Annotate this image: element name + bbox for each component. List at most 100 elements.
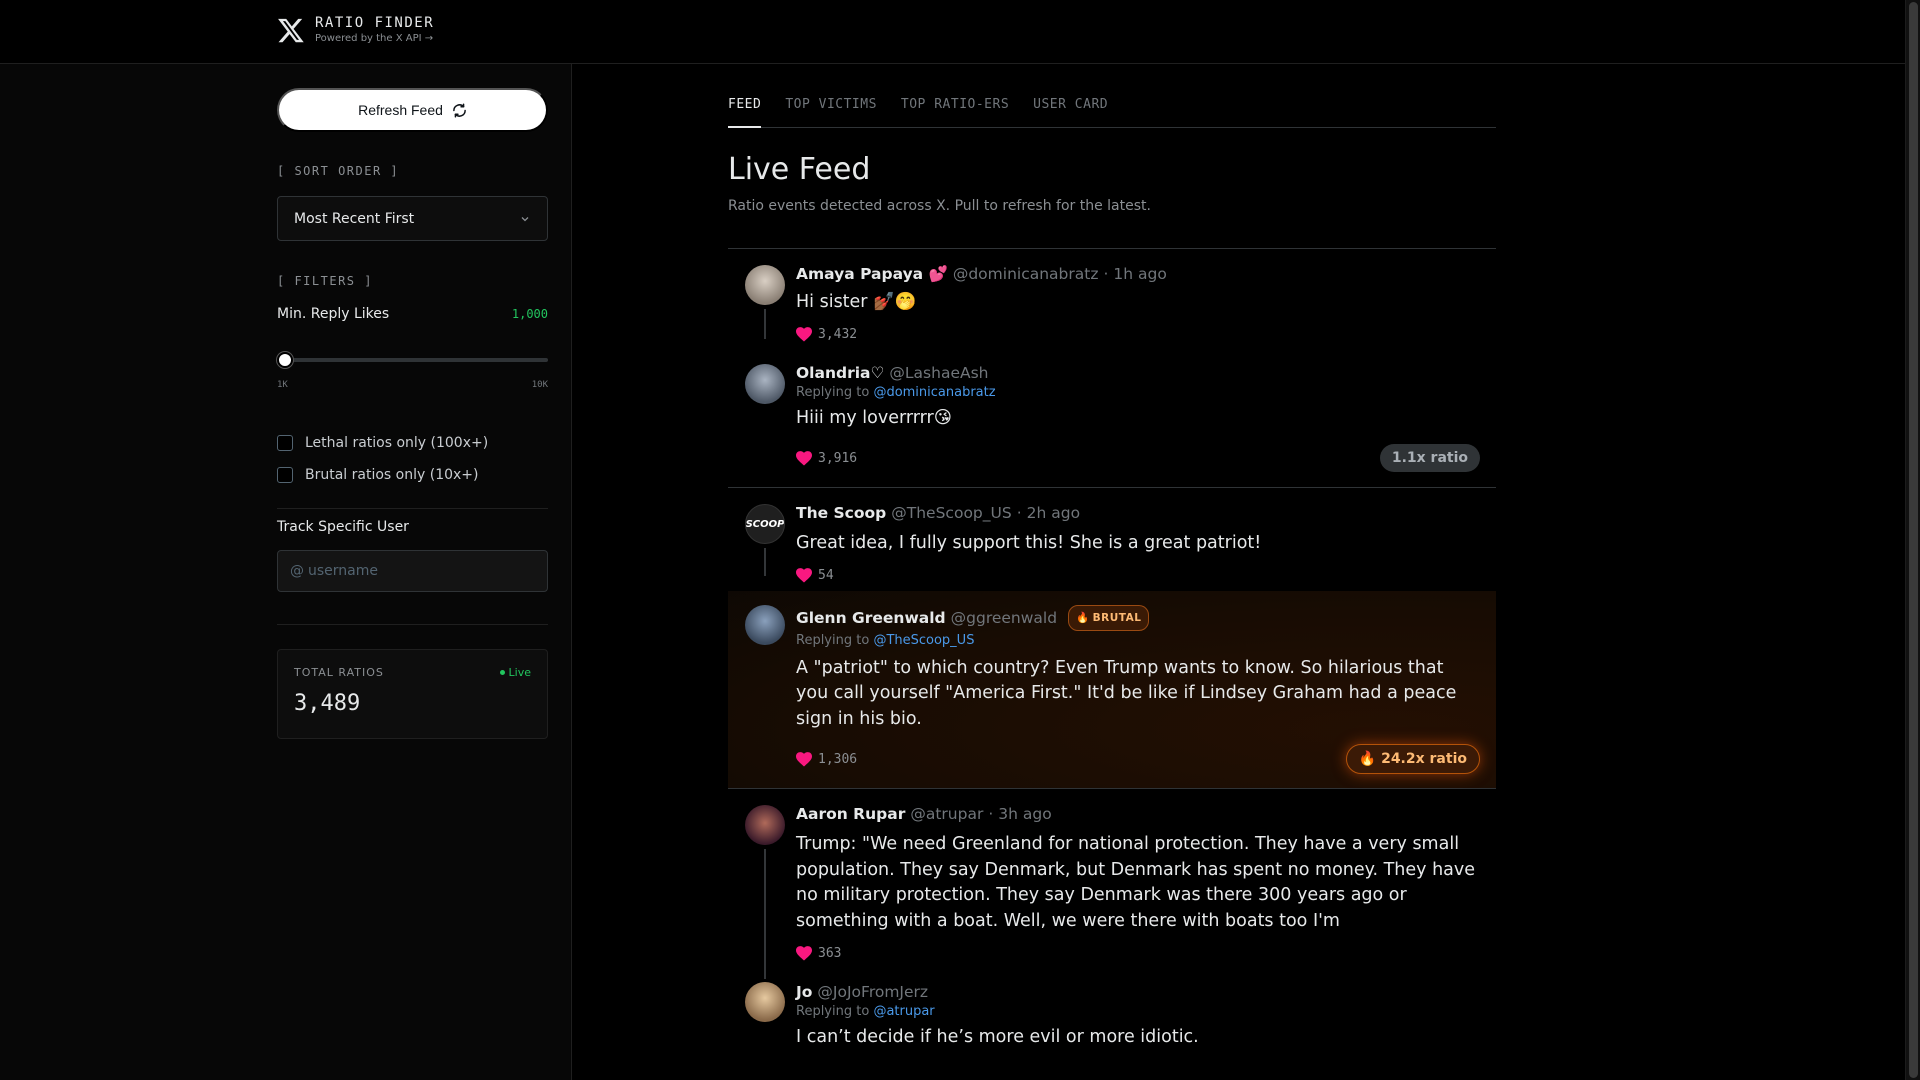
original-tweet[interactable]: SCOOP The Scoop @TheScoop_US · 2h ago Gr…	[728, 488, 1496, 591]
reply-tweet[interactable]: Jo @JoJoFromJerz Replying to @atrupar I …	[728, 968, 1496, 1051]
tweet-text: I can’t decide if he’s more evil or more…	[796, 1027, 1199, 1047]
thread-line	[764, 548, 766, 576]
top-bar: RATIO FINDER Powered by the X API →	[0, 0, 1905, 64]
avatar[interactable]: SCOOP	[745, 504, 785, 544]
live-indicator: Live	[499, 666, 531, 679]
brutal-badge-label: BRUTAL	[1092, 611, 1142, 624]
thread-line	[764, 309, 766, 339]
sidebar-divider	[277, 508, 548, 509]
ratio-pair: Amaya Papaya 💕 @dominicanabratz · 1h ago…	[728, 249, 1496, 488]
author-handle[interactable]: @JoJoFromJerz	[817, 982, 928, 1002]
track-user-field[interactable]: @	[277, 550, 548, 592]
like-count-value: 1,306	[818, 751, 858, 767]
author-handle[interactable]: @atrupar	[910, 804, 983, 824]
ratio-badge: 1.1x ratio	[1379, 444, 1480, 472]
lethal-checkbox-label: Lethal ratios only (100x+)	[305, 435, 489, 451]
tab-feed[interactable]: FEED	[728, 95, 762, 128]
brutal-filter-row[interactable]: Brutal ratios only (10x+)	[277, 467, 478, 483]
replying-to-link[interactable]: @dominicanabratz	[873, 385, 995, 400]
x-logo-icon	[278, 18, 304, 42]
brand[interactable]: RATIO FINDER Powered by the X API →	[277, 15, 434, 44]
app-subtitle-link[interactable]: Powered by the X API →	[315, 33, 434, 44]
like-count: 54	[796, 568, 834, 583]
min-likes-slider[interactable]	[277, 352, 548, 368]
author-handle[interactable]: @ggreenwald	[951, 608, 1057, 628]
author-name[interactable]: Olandria♡	[796, 363, 884, 383]
sidebar-divider	[277, 624, 548, 625]
avatar[interactable]	[745, 805, 785, 845]
page-scrollbar[interactable]	[1905, 0, 1920, 1080]
live-label: Live	[508, 666, 531, 679]
sort-order-value: Most Recent First	[294, 210, 415, 227]
replying-prefix: Replying to	[796, 384, 870, 400]
avatar[interactable]	[745, 604, 785, 645]
timestamp: 1h ago	[1113, 265, 1167, 283]
replying-to-link[interactable]: @TheScoop_US	[873, 633, 974, 648]
author-name[interactable]: Aaron Rupar	[796, 804, 905, 824]
brutal-badge: 🔥 BRUTAL	[1068, 604, 1150, 631]
reply-tweet[interactable]: Glenn Greenwald @ggreenwald 🔥 BRUTAL Repl…	[728, 590, 1496, 788]
replying-prefix: Replying to	[796, 632, 870, 648]
original-tweet[interactable]: Aaron Rupar @atrupar · 3h ago Trump: "We…	[728, 789, 1496, 979]
separator: ·	[988, 805, 994, 823]
avatar[interactable]	[745, 982, 785, 1022]
replying-to-link[interactable]: @atrupar	[873, 1004, 934, 1019]
thread-line	[764, 849, 766, 979]
heart-icon	[796, 450, 812, 465]
ratio-pair: SCOOP The Scoop @TheScoop_US · 2h ago Gr…	[728, 488, 1496, 789]
fire-icon: 🔥	[1076, 611, 1090, 624]
lethal-filter-row[interactable]: Lethal ratios only (100x+)	[277, 435, 488, 451]
author-name[interactable]: Glenn Greenwald	[796, 608, 946, 628]
like-count-value: 3,916	[818, 450, 858, 466]
author-handle[interactable]: @TheScoop_US	[891, 503, 1011, 523]
tab-top-victims[interactable]: TOP VICTIMS	[785, 95, 877, 128]
author-handle[interactable]: @dominicanabratz	[953, 264, 1099, 284]
brutal-checkbox-label: Brutal ratios only (10x+)	[305, 467, 479, 483]
like-count: 3,432	[796, 327, 857, 342]
lethal-checkbox[interactable]	[277, 435, 293, 451]
like-count: 363	[796, 946, 841, 961]
tweet-text: Hiii my loverrrrr😘	[796, 407, 952, 428]
tweet-text: Great idea, I fully support this! She is…	[796, 533, 1262, 553]
page-subtitle: Ratio events detected across X. Pull to …	[728, 198, 1151, 214]
scrollbar-thumb[interactable]	[1909, 2, 1918, 1078]
replying-prefix: Replying to	[796, 1004, 870, 1019]
ratio-pair: Aaron Rupar @atrupar · 3h ago Trump: "We…	[728, 789, 1496, 1051]
chevron-down-icon	[521, 216, 529, 221]
tweet-text: Trump: "We need Greenland for national p…	[796, 834, 1476, 931]
original-tweet[interactable]: Amaya Papaya 💕 @dominicanabratz · 1h ago…	[728, 249, 1496, 350]
like-count-value: 54	[818, 568, 834, 583]
author-name[interactable]: Jo	[796, 982, 812, 1002]
brutal-checkbox[interactable]	[277, 467, 293, 483]
sort-order-select[interactable]: Most Recent First	[277, 196, 548, 241]
refresh-feed-button[interactable]: Refresh Feed	[277, 88, 548, 132]
refresh-feed-label: Refresh Feed	[358, 102, 443, 118]
username-input[interactable]	[308, 563, 528, 579]
heart-icon	[796, 751, 812, 766]
heart-icon	[796, 945, 812, 960]
app-title: RATIO FINDER	[315, 15, 435, 31]
fire-icon: 🔥	[1358, 751, 1382, 767]
at-prefix: @	[290, 563, 304, 579]
tab-user-card[interactable]: USER CARD	[1033, 95, 1108, 128]
slider-thumb[interactable]	[277, 352, 293, 368]
like-count-value: 3,432	[818, 327, 858, 342]
avatar[interactable]	[745, 363, 785, 404]
replying-to: Replying to @dominicanabratz	[796, 385, 1480, 400]
author-handle[interactable]: @LashaeAsh	[889, 363, 988, 383]
avatar[interactable]	[745, 265, 785, 305]
tab-top-ratio-ers[interactable]: TOP RATIO-ERS	[901, 95, 1009, 128]
refresh-icon	[453, 103, 466, 117]
tweet-text: Hi sister 💅🏾🤭	[796, 292, 917, 312]
author-name[interactable]: The Scoop	[796, 503, 886, 523]
sidebar: Refresh Feed [ SORT ORDER ] Most Recent …	[0, 64, 572, 1080]
ratio-value: 24.2x ratio	[1381, 751, 1467, 767]
slider-ticks: 1K 10K	[277, 380, 548, 390]
track-user-label: Track Specific User	[277, 519, 409, 535]
min-reply-likes-value: 1,000	[511, 307, 548, 321]
reply-tweet[interactable]: Olandria♡ @LashaeAsh Replying to @domini…	[728, 350, 1496, 488]
like-count-value: 363	[818, 945, 842, 961]
author-name[interactable]: Amaya Papaya 💕	[796, 264, 948, 284]
min-reply-likes-label: Min. Reply Likes	[277, 306, 390, 322]
like-count: 1,306	[796, 752, 857, 767]
